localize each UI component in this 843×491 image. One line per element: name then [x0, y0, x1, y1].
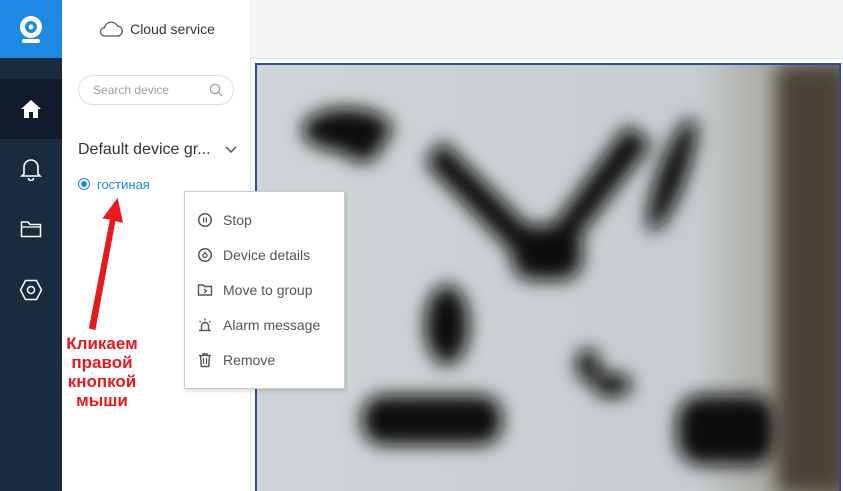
menu-item-label: Stop — [223, 211, 252, 228]
search-input[interactable] — [91, 82, 209, 98]
app-logo[interactable] — [0, 0, 62, 58]
menu-item-remove[interactable]: Remove — [185, 342, 344, 377]
cloud-service-link[interactable]: Cloud service — [62, 0, 250, 58]
annotation-line: кнопкой — [67, 372, 137, 391]
nav-rail — [0, 0, 62, 491]
chevron-down-icon[interactable] — [224, 145, 238, 155]
bell-icon — [20, 159, 42, 181]
camera-logo-icon — [20, 16, 42, 43]
top-bar — [251, 0, 843, 59]
menu-item-label: Move to group — [223, 281, 313, 298]
device-name: гостиная — [97, 176, 150, 192]
cloud-service-label: Cloud service — [130, 21, 215, 37]
details-icon — [197, 247, 213, 262]
alarm-icon — [199, 318, 211, 331]
device-group-label: Default device gr... — [78, 141, 211, 158]
annotation-text: Кликаем правой кнопкой мыши — [62, 334, 142, 410]
folder-icon — [20, 221, 42, 238]
stop-icon — [197, 212, 213, 227]
annotation-line: Кликаем — [66, 334, 138, 353]
annotation-line: правой — [71, 353, 133, 372]
device-item[interactable]: гостиная — [78, 174, 150, 194]
cloud-icon — [99, 21, 123, 37]
menu-item-label: Remove — [223, 351, 276, 368]
device-radio[interactable] — [78, 178, 90, 190]
hexagon-settings-icon — [19, 279, 43, 301]
menu-item-label: Device details — [223, 246, 311, 263]
device-group-header[interactable]: Default device gr... — [78, 138, 238, 162]
trash-icon — [199, 352, 211, 367]
menu-item-alarm-message[interactable]: Alarm message — [185, 307, 344, 342]
nav-home[interactable] — [0, 79, 62, 139]
move-folder-icon — [197, 283, 213, 296]
context-menu: Stop Device details Move to group Alarm … — [184, 191, 345, 389]
home-icon — [21, 100, 41, 118]
search-box[interactable] — [78, 75, 234, 105]
search-icon[interactable] — [209, 83, 223, 97]
nav-settings[interactable] — [0, 260, 62, 320]
menu-item-stop[interactable]: Stop — [185, 202, 344, 237]
menu-item-label: Alarm message — [223, 316, 321, 333]
menu-item-device-details[interactable]: Device details — [185, 237, 344, 272]
menu-item-move-to-group[interactable]: Move to group — [185, 272, 344, 307]
annotation-line: мыши — [76, 391, 128, 410]
nav-alarms[interactable] — [0, 139, 62, 199]
nav-files[interactable] — [0, 199, 62, 259]
